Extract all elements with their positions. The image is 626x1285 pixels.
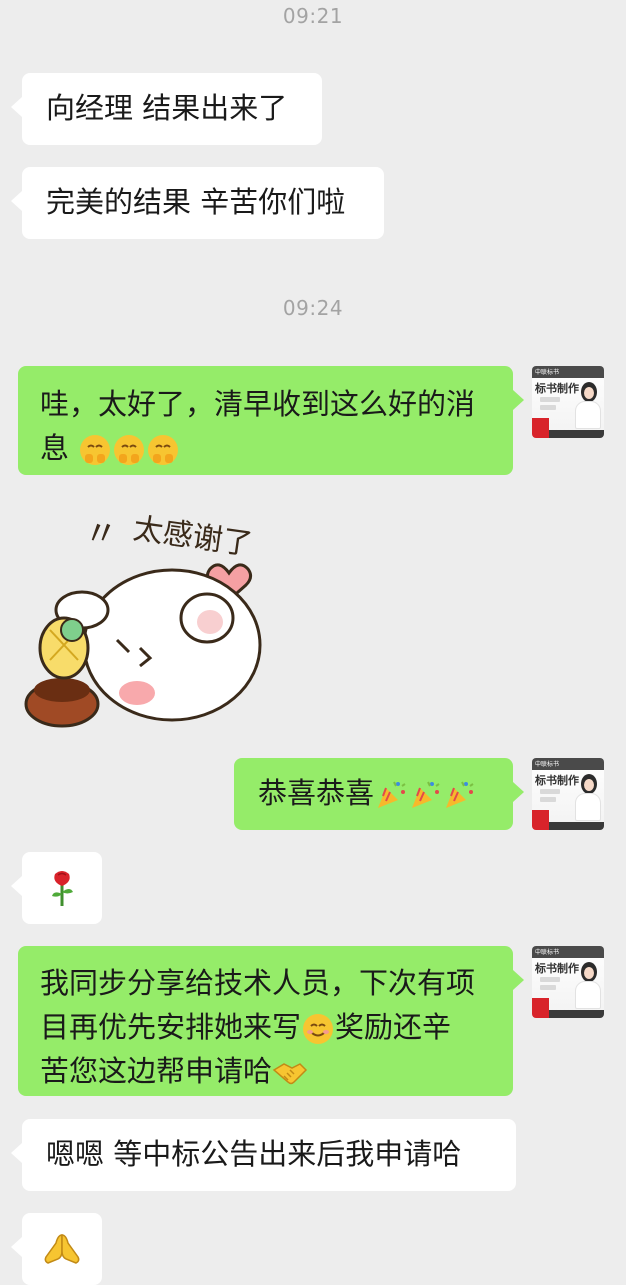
message-text: 奖励还辛 xyxy=(335,1010,452,1044)
avatar[interactable]: 中联标书 标书制作 xyxy=(532,946,604,1018)
avatar-title: 标书制作 xyxy=(535,774,579,787)
shy-smile-emoji-icon xyxy=(80,435,111,465)
thank-you-sticker[interactable]: 〃 太感谢了 xyxy=(22,490,312,740)
message-bubble-received[interactable]: 嗯嗯 等中标公告出来后我申请哈 xyxy=(11,1119,516,1191)
message-text: 哇，太好了，清早收到这么好的消 xyxy=(40,387,476,421)
party-popper-icon xyxy=(412,781,440,808)
message-bubble-sent[interactable]: 我同步分享给技术人员，下次有项 目再优先安排她来写 奖励还辛 苦您这边帮申请哈 xyxy=(18,946,524,1096)
timestamp: 09:24 xyxy=(282,296,344,320)
timestamp: 09:21 xyxy=(282,4,344,28)
sticker-text: 〃 xyxy=(84,514,118,554)
handshake-icon xyxy=(272,1063,308,1085)
message-text: 向经理 结果出来了 xyxy=(46,91,288,125)
avatar-title: 标书制作 xyxy=(535,382,579,395)
message-text: 我同步分享给技术人员，下次有项 xyxy=(40,966,476,1000)
avatar[interactable]: 中联标书 标书制作 xyxy=(532,366,604,438)
sticker-text: 太感谢了 xyxy=(131,511,255,562)
folded-hands-icon xyxy=(44,1234,80,1264)
avatar[interactable]: 中联标书 标书制作 xyxy=(532,758,604,830)
message-text: 息 xyxy=(40,431,70,465)
message-text: 目再优先安排她来写 xyxy=(40,1010,302,1044)
party-popper-icon xyxy=(378,781,406,808)
avatar-brand: 中联标书 xyxy=(535,949,560,956)
avatar-brand: 中联标书 xyxy=(535,369,560,376)
avatar-title: 标书制作 xyxy=(535,962,579,975)
message-bubble-received[interactable] xyxy=(11,852,102,924)
message-bubble-received[interactable] xyxy=(11,1213,102,1285)
avatar-brand: 中联标书 xyxy=(535,761,560,768)
shy-smile-emoji-icon xyxy=(114,435,145,465)
message-text: 嗯嗯 等中标公告出来后我申请哈 xyxy=(46,1137,462,1171)
message-bubble-received[interactable]: 完美的结果 辛苦你们啦 xyxy=(11,167,384,239)
party-popper-icon xyxy=(446,781,474,808)
message-bubble-sent[interactable]: 恭喜恭喜 xyxy=(234,758,524,830)
message-bubble-sent[interactable]: 哇，太好了，清早收到这么好的消 息 xyxy=(18,366,524,475)
shy-smile-emoji-icon xyxy=(148,435,179,465)
message-text: 苦您这边帮申请哈 xyxy=(40,1054,273,1088)
message-bubble-received[interactable]: 向经理 结果出来了 xyxy=(11,73,322,145)
smile-emoji-icon xyxy=(303,1014,334,1044)
rose-icon xyxy=(52,871,73,906)
message-text: 恭喜恭喜 xyxy=(258,776,375,810)
message-text: 完美的结果 辛苦你们啦 xyxy=(46,185,346,219)
